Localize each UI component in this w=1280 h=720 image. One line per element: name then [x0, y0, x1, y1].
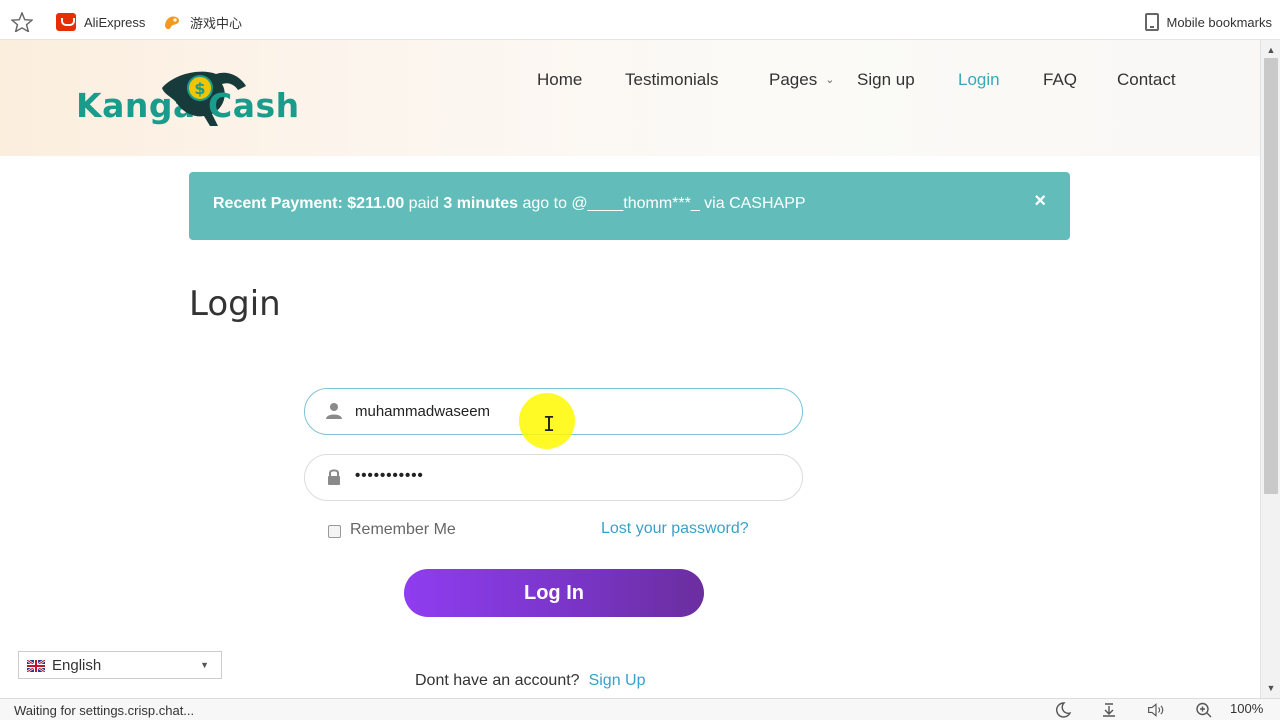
page-scrollbar[interactable]: ▲ ▼ — [1260, 40, 1280, 698]
zoom-level[interactable]: 100% — [1230, 701, 1263, 716]
scroll-down-arrow-icon[interactable]: ▼ — [1261, 680, 1280, 696]
bookmark-label: AliExpress — [84, 14, 146, 30]
zoom-icon[interactable] — [1195, 702, 1213, 718]
lost-password-link[interactable]: Lost your password? — [601, 520, 749, 538]
text-cursor-icon: I — [543, 412, 556, 436]
bookmark-game-center[interactable]: 游戏中心 — [162, 12, 242, 32]
signup-prompt: Dont have an account? Sign Up — [415, 672, 645, 690]
alert-message: Recent Payment: $211.00 paid 3 minutes a… — [213, 195, 806, 213]
nav-pages[interactable]: Pages ⌄ — [769, 70, 834, 90]
aliexpress-icon — [56, 13, 76, 31]
alert-time: 3 minutes — [443, 195, 519, 212]
star-icon[interactable] — [11, 12, 33, 32]
alert-amount: Recent Payment: $211.00 — [213, 195, 405, 212]
svg-text:$: $ — [194, 79, 205, 98]
download-icon[interactable] — [1100, 702, 1118, 718]
log-in-button[interactable]: Log In — [404, 569, 704, 617]
nav-testimonials[interactable]: Testimonials — [625, 70, 719, 90]
bookmark-aliexpress[interactable]: AliExpress — [56, 12, 145, 32]
scroll-up-arrow-icon[interactable]: ▲ — [1261, 42, 1280, 58]
nav-sign-up[interactable]: Sign up — [857, 70, 915, 90]
remember-me-label: Remember Me — [350, 521, 456, 538]
language-selector[interactable]: English ▼ — [18, 651, 222, 679]
alert-paid: paid — [404, 195, 444, 212]
nav-home[interactable]: Home — [537, 70, 582, 90]
username-value[interactable]: muhammadwaseem — [355, 403, 490, 420]
alert-rest: ago to @____thomm***_ via CASHAPP — [518, 195, 806, 212]
mobile-bookmarks-icon — [1144, 13, 1159, 31]
night-mode-icon[interactable] — [1053, 702, 1071, 718]
uk-flag-icon — [27, 660, 45, 672]
user-icon — [326, 403, 342, 419]
language-label: English — [52, 657, 102, 674]
no-account-text: Dont have an account? — [415, 672, 580, 689]
recent-payment-alert: Recent Payment: $211.00 paid 3 minutes a… — [189, 172, 1070, 240]
remember-me[interactable]: Remember Me — [328, 521, 456, 539]
remember-me-checkbox[interactable] — [328, 525, 341, 538]
logo-text-right: Cash — [208, 86, 300, 125]
kangacash-logo[interactable]: Kanga $ Cash — [76, 68, 326, 128]
lock-icon — [328, 469, 340, 485]
nav-faq[interactable]: FAQ — [1043, 70, 1077, 90]
nav-login[interactable]: Login — [958, 70, 1000, 90]
game-center-icon — [165, 16, 180, 30]
bookmarks-bar: AliExpress 游戏中心 Mobile bookmarks — [0, 0, 1280, 40]
mobile-bookmarks-label: Mobile bookmarks — [1166, 14, 1273, 30]
browser-status-bar: Waiting for settings.crisp.chat... 100% — [0, 698, 1280, 720]
status-text: Waiting for settings.crisp.chat... — [14, 703, 195, 718]
sign-up-link[interactable]: Sign Up — [589, 672, 646, 689]
mobile-bookmarks[interactable]: Mobile bookmarks — [1144, 12, 1273, 32]
dropdown-caret-icon: ▼ — [200, 660, 209, 670]
nav-contact[interactable]: Contact — [1117, 70, 1176, 90]
bookmark-label: 游戏中心 — [190, 15, 243, 31]
close-icon[interactable]: × — [1034, 190, 1046, 213]
password-field[interactable]: ••••••••••• — [304, 454, 803, 501]
chevron-down-icon: ⌄ — [825, 74, 835, 86]
password-value[interactable]: ••••••••••• — [355, 467, 424, 484]
volume-icon[interactable] — [1147, 702, 1165, 718]
page-title: Login — [189, 284, 281, 324]
site-header: Kanga $ Cash Home Testimonials Pages ⌄ Si… — [0, 40, 1260, 156]
nav-pages-label: Pages — [769, 70, 818, 89]
scroll-thumb[interactable] — [1264, 58, 1278, 494]
